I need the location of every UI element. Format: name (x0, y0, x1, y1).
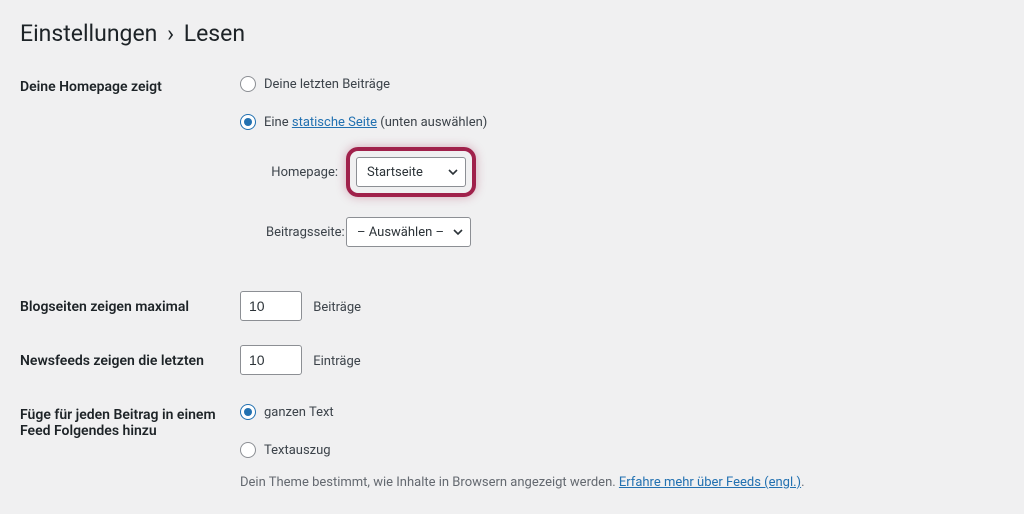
title-suffix: Lesen (184, 20, 245, 47)
postspage-select-row: Beitragsseite: – Auswählen – (266, 217, 1004, 247)
homepage-option-posts-row: Deine letzten Beiträge (240, 71, 1004, 97)
feed-max-unit: Einträge (313, 354, 360, 369)
homepage-option-static-radio[interactable] (240, 114, 256, 130)
homepage-select-label: Homepage: (266, 165, 346, 180)
title-separator: › (167, 20, 174, 47)
feed-content-full-text: ganzen Text (264, 405, 334, 420)
homepage-select-row: Homepage: Startseite (266, 147, 1004, 197)
homepage-display-label: Deine Homepage zeigt (20, 71, 240, 291)
feed-content-excerpt-radio[interactable] (240, 442, 256, 458)
homepage-option-static-row: Eine statische Seite (unten auswählen) (240, 109, 1004, 135)
homepage-option-posts-text: Deine letzten Beiträge (264, 77, 390, 92)
feed-content-full-row: ganzen Text (240, 399, 1004, 425)
blog-max-unit: Beiträge (313, 300, 361, 315)
feed-content-label: Füge für jeden Beitrag in einem Feed Fol… (20, 399, 240, 514)
title-prefix: Einstellungen (20, 20, 157, 47)
postspage-select-value: – Auswählen – (357, 225, 444, 240)
feed-content-desc: Dein Theme bestimmt, wie Inhalte in Brow… (240, 475, 1004, 490)
homepage-select[interactable]: Startseite (356, 157, 466, 187)
feed-max-input[interactable] (240, 345, 302, 375)
chevron-down-icon (452, 226, 464, 238)
homepage-option-static-text: Eine statische Seite (unten auswählen) (264, 115, 487, 130)
feed-max-label: Newsfeeds zeigen die letzten (20, 345, 240, 399)
blog-max-label: Blogseiten zeigen maximal (20, 291, 240, 345)
page-title: Einstellungen › Lesen (20, 20, 1004, 47)
feeds-learn-more-link[interactable]: Erfahre mehr über Feeds (engl.) (619, 475, 801, 490)
static-page-link[interactable]: statische Seite (292, 115, 377, 130)
feed-content-full-radio[interactable] (240, 404, 256, 420)
feed-content-excerpt-row: Textauszug (240, 437, 1004, 463)
homepage-select-value: Startseite (367, 165, 423, 180)
blog-max-input[interactable] (240, 291, 302, 321)
postspage-select-label: Beitragsseite: (266, 225, 346, 240)
homepage-select-highlight: Startseite (346, 147, 476, 197)
settings-table: Deine Homepage zeigt Deine letzten Beitr… (20, 71, 1004, 514)
feed-content-excerpt-text: Textauszug (264, 443, 331, 458)
homepage-option-posts-radio[interactable] (240, 76, 256, 92)
postspage-select[interactable]: – Auswählen – (346, 217, 471, 247)
chevron-down-icon (447, 166, 459, 178)
